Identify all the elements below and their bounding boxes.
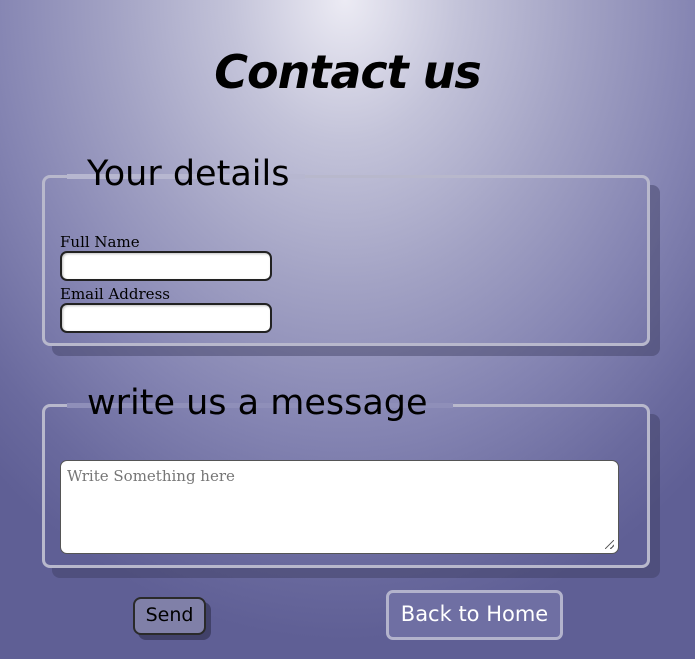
page-title: Contact us — [214, 45, 482, 99]
full-name-label: Full Name — [60, 233, 140, 251]
resize-grip-icon[interactable] — [605, 540, 614, 549]
details-legend: Your details — [71, 148, 308, 200]
details-fieldset: Your details Full Name Email Address — [42, 148, 650, 346]
message-fieldset: write us a message — [42, 377, 650, 568]
back-to-home-button[interactable]: Back to Home — [386, 590, 563, 640]
email-input[interactable] — [60, 303, 272, 333]
full-name-input[interactable] — [60, 251, 272, 281]
message-textarea[interactable] — [60, 460, 619, 554]
send-button[interactable]: Send — [133, 597, 206, 635]
email-label: Email Address — [60, 285, 170, 303]
message-legend: write us a message — [71, 377, 446, 429]
